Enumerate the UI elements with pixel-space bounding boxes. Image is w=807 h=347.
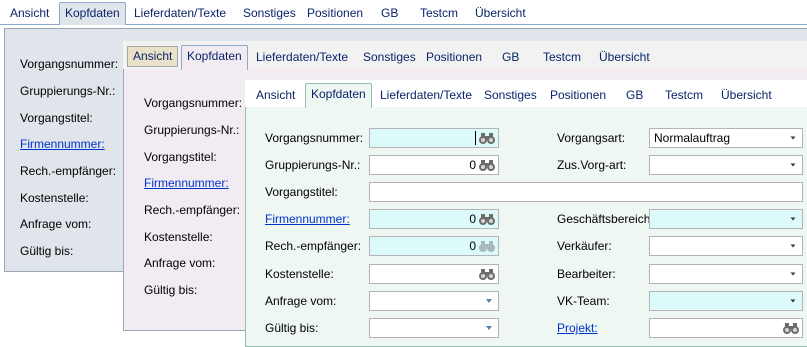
- bearbeiter-select[interactable]: [649, 264, 803, 284]
- tab-uebersicht[interactable]: Übersicht: [470, 4, 531, 23]
- panel-front: Vorgangsnummer: Gruppierungs-Nr.: Vorgan…: [245, 107, 807, 347]
- tab-ansicht[interactable]: Ansicht: [5, 4, 54, 23]
- tab-sonstiges[interactable]: Sonstiges: [479, 86, 542, 105]
- tab-lieferdaten[interactable]: Lieferdaten/Texte: [129, 4, 231, 23]
- label-gueltig: Gültig bis:: [144, 283, 198, 297]
- label-vorgangstitel: Vorgangstitel:: [265, 185, 338, 199]
- tab-positionen[interactable]: Positionen: [302, 4, 368, 23]
- tab-gb[interactable]: GB: [376, 4, 403, 23]
- link-projekt[interactable]: Projekt:: [557, 321, 598, 335]
- label-vorgangsnummer: Vorgangsnummer:: [144, 96, 243, 110]
- label-kostenstelle: Kostenstelle:: [20, 191, 89, 205]
- label-gruppierung: Gruppierungs-Nr.:: [265, 158, 361, 172]
- label-zusvorgart: Zus.Vorg-art:: [557, 158, 627, 172]
- link-firmennummer[interactable]: Firmennummer:: [144, 176, 229, 190]
- text-caret: [475, 131, 476, 145]
- tabbar-front: Ansicht Kopfdaten Lieferdaten/Texte Sons…: [245, 80, 807, 108]
- label-vorgangsart: Vorgangsart:: [557, 131, 626, 145]
- tab-sonstiges[interactable]: Sonstiges: [238, 4, 301, 23]
- binoculars-icon[interactable]: [478, 130, 496, 146]
- label-gueltig: Gültig bis:: [20, 244, 74, 258]
- tab-gb[interactable]: GB: [497, 48, 524, 67]
- label-gruppierung: Gruppierungs-Nr.:: [20, 84, 116, 98]
- label-rechempfaenger: Rech.-empfänger:: [144, 203, 241, 217]
- label-vorgangstitel: Vorgangstitel:: [20, 111, 93, 125]
- tab-testcm[interactable]: Testcm: [538, 48, 586, 67]
- gruppierung-input[interactable]: 0: [369, 155, 499, 175]
- label-gueltig: Gültig bis:: [265, 321, 319, 335]
- kostenstelle-input[interactable]: [369, 264, 499, 284]
- projekt-input[interactable]: [649, 318, 803, 338]
- rechempfaenger-value: 0: [469, 239, 476, 253]
- chevron-down-icon[interactable]: [788, 214, 798, 224]
- label-bearbeiter: Bearbeiter:: [557, 267, 616, 281]
- label-kostenstelle: Kostenstelle:: [265, 267, 334, 281]
- verkaeufer-select[interactable]: [649, 236, 803, 256]
- binoculars-icon[interactable]: [478, 157, 496, 173]
- tab-ansicht[interactable]: Ansicht: [127, 46, 179, 67]
- link-firmennummer[interactable]: Firmennummer:: [265, 212, 350, 226]
- gueltig-date-picker[interactable]: [369, 318, 499, 338]
- chevron-down-icon[interactable]: [788, 269, 798, 279]
- tabbar-back: Ansicht Kopfdaten Lieferdaten/Texte Sons…: [0, 0, 807, 25]
- binoculars-icon[interactable]: [478, 211, 496, 227]
- label-kostenstelle: Kostenstelle:: [144, 230, 213, 244]
- binoculars-icon[interactable]: [478, 238, 496, 254]
- chevron-down-icon[interactable]: [788, 133, 798, 143]
- tab-uebersicht[interactable]: Übersicht: [594, 48, 655, 67]
- tab-kopfdaten[interactable]: Kopfdaten: [181, 45, 248, 70]
- label-gruppierung: Gruppierungs-Nr.:: [144, 123, 240, 137]
- binoculars-icon[interactable]: [782, 320, 800, 336]
- tab-sonstiges[interactable]: Sonstiges: [358, 48, 421, 67]
- link-firmennummer[interactable]: Firmennummer:: [20, 137, 105, 151]
- firmennummer-value: 0: [469, 212, 476, 226]
- tab-kopfdaten[interactable]: Kopfdaten: [305, 83, 372, 108]
- tab-kopfdaten[interactable]: Kopfdaten: [59, 2, 126, 25]
- tab-positionen[interactable]: Positionen: [421, 48, 487, 67]
- tab-gb[interactable]: GB: [621, 86, 648, 105]
- label-rechempfaenger: Rech.-empfänger:: [20, 164, 117, 178]
- label-rechempfaenger: Rech.-empfänger:: [265, 239, 362, 253]
- label-vorgangsnummer: Vorgangsnummer:: [265, 131, 364, 145]
- tab-testcm[interactable]: Testcm: [660, 86, 708, 105]
- label-vorgangsnummer: Vorgangsnummer:: [20, 57, 119, 71]
- rechempfaenger-input[interactable]: 0: [369, 236, 499, 256]
- chevron-down-icon[interactable]: [788, 241, 798, 251]
- label-vkteam: VK-Team:: [557, 294, 610, 308]
- anfrage-date-picker[interactable]: [369, 291, 499, 311]
- binoculars-icon[interactable]: [478, 266, 496, 282]
- window-front: Ansicht Kopfdaten Lieferdaten/Texte Sons…: [245, 80, 807, 347]
- label-verkaeufer: Verkäufer:: [557, 239, 612, 253]
- label-geschaeftsbereich: Geschäftsbereich:: [557, 212, 654, 226]
- label-anfrage: Anfrage vom:: [144, 256, 216, 270]
- chevron-down-icon[interactable]: [484, 296, 494, 306]
- zusvorgart-select[interactable]: [649, 155, 803, 175]
- vorgangsnummer-input[interactable]: [369, 128, 499, 148]
- tab-lieferdaten[interactable]: Lieferdaten/Texte: [251, 48, 353, 67]
- chevron-down-icon[interactable]: [484, 323, 494, 333]
- tab-ansicht[interactable]: Ansicht: [251, 86, 300, 105]
- tab-uebersicht[interactable]: Übersicht: [716, 86, 777, 105]
- label-vorgangstitel: Vorgangstitel:: [144, 150, 217, 164]
- label-anfrage: Anfrage vom:: [20, 217, 92, 231]
- vorgangsart-select[interactable]: Normalauftrag: [649, 128, 803, 148]
- firmennummer-input[interactable]: 0: [369, 209, 499, 229]
- vorgangsart-value: Normalauftrag: [654, 131, 731, 145]
- gruppierung-value: 0: [469, 158, 476, 172]
- geschaeftsbereich-select[interactable]: [649, 209, 803, 229]
- tab-positionen[interactable]: Positionen: [545, 86, 611, 105]
- chevron-down-icon[interactable]: [788, 160, 798, 170]
- chevron-down-icon[interactable]: [788, 296, 798, 306]
- tab-lieferdaten[interactable]: Lieferdaten/Texte: [375, 86, 477, 105]
- tabbar-middle: Ansicht Kopfdaten Lieferdaten/Texte Sons…: [123, 41, 807, 70]
- vorgangstitel-input[interactable]: [369, 182, 803, 202]
- vkteam-select[interactable]: [649, 291, 803, 311]
- tab-testcm[interactable]: Testcm: [415, 4, 463, 23]
- label-anfrage: Anfrage vom:: [265, 294, 337, 308]
